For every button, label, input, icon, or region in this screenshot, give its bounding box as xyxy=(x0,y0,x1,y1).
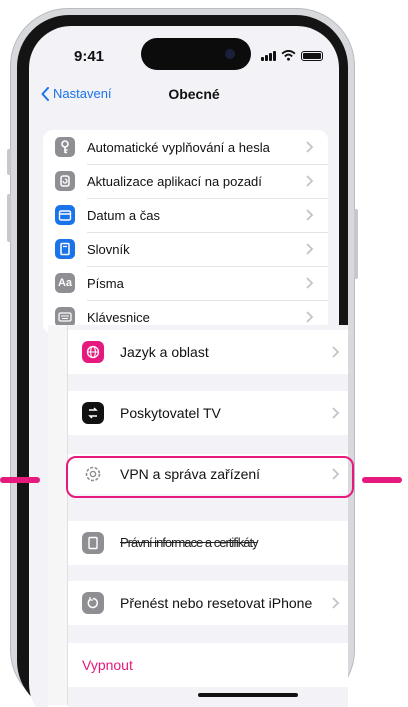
chevron-right-icon xyxy=(306,243,314,255)
wifi-icon xyxy=(281,50,296,61)
setting-label: Právní informace a certifikáty xyxy=(120,535,259,550)
calendar-icon xyxy=(55,205,75,225)
chevron-right-icon xyxy=(306,141,314,153)
reset-icon xyxy=(82,592,104,614)
setting-legal-info[interactable]: Právní informace a certifikáty xyxy=(68,521,348,565)
setting-label: Klávesnice xyxy=(87,309,150,325)
zoom-screen: Jazyk a oblast Poskytovatel TV VPN a spr… xyxy=(68,325,348,707)
chevron-right-icon xyxy=(306,277,314,289)
volume-up-button xyxy=(7,194,11,242)
status-time: 9:41 xyxy=(74,48,105,65)
chevron-right-icon xyxy=(306,175,314,187)
chevron-right-icon xyxy=(306,311,314,323)
setting-label: Poskytovatel TV xyxy=(120,405,221,421)
globe-icon xyxy=(82,341,104,363)
keyboard-icon xyxy=(55,307,75,327)
page-title: Obecné xyxy=(168,86,220,102)
status-icons xyxy=(261,50,323,61)
setting-background-refresh[interactable]: Aktualizace aplikací na pozadí xyxy=(43,164,328,198)
setting-shutdown[interactable]: Vypnout xyxy=(68,643,348,687)
setting-dictionary[interactable]: Slovník xyxy=(43,232,328,266)
setting-autofill[interactable]: Automatické vyplňování a hesla xyxy=(43,130,328,164)
power-button xyxy=(354,209,358,279)
zoom-callout: Jazyk a oblast Poskytovatel TV VPN a spr… xyxy=(48,325,348,707)
pointer-left xyxy=(0,477,40,483)
document-icon xyxy=(82,532,104,554)
setting-tv-provider[interactable]: Poskytovatel TV xyxy=(68,391,348,435)
battery-icon xyxy=(301,51,323,61)
shutdown-label: Vypnout xyxy=(82,657,133,673)
action-button xyxy=(7,149,11,175)
setting-transfer-reset[interactable]: Přenést nebo resetovat iPhone xyxy=(68,581,348,625)
setting-label: Slovník xyxy=(87,241,130,257)
home-indicator xyxy=(198,693,298,697)
setting-label: Přenést nebo resetovat iPhone xyxy=(120,595,313,611)
chevron-right-icon xyxy=(306,209,314,221)
chevron-right-icon xyxy=(332,407,340,419)
setting-date-time[interactable]: Datum a čas xyxy=(43,198,328,232)
camera-icon xyxy=(225,49,235,59)
pointer-right xyxy=(362,477,402,483)
chevron-right-icon xyxy=(332,346,340,358)
font-icon: Aa xyxy=(55,273,75,293)
setting-label: Jazyk a oblast xyxy=(120,344,209,360)
setting-label: Automatické vyplňování a hesla xyxy=(87,139,270,155)
tv-provider-icon xyxy=(82,402,104,424)
refresh-icon xyxy=(55,171,75,191)
key-icon xyxy=(55,137,75,157)
signal-icon xyxy=(261,51,276,61)
setting-label: Písma xyxy=(87,275,124,291)
dynamic-island xyxy=(141,38,251,70)
chevron-right-icon xyxy=(332,597,340,609)
vpn-highlight-box xyxy=(66,456,354,498)
setting-label: Aktualizace aplikací na pozadí xyxy=(87,173,262,189)
setting-language-region[interactable]: Jazyk a oblast xyxy=(68,330,348,374)
setting-fonts[interactable]: Aa Písma xyxy=(43,266,328,300)
settings-group: Automatické vyplňování a hesla Aktualiza… xyxy=(43,130,328,334)
zoom-phone-edge xyxy=(48,325,68,705)
book-icon xyxy=(55,239,75,259)
setting-label: Datum a čas xyxy=(87,207,160,223)
